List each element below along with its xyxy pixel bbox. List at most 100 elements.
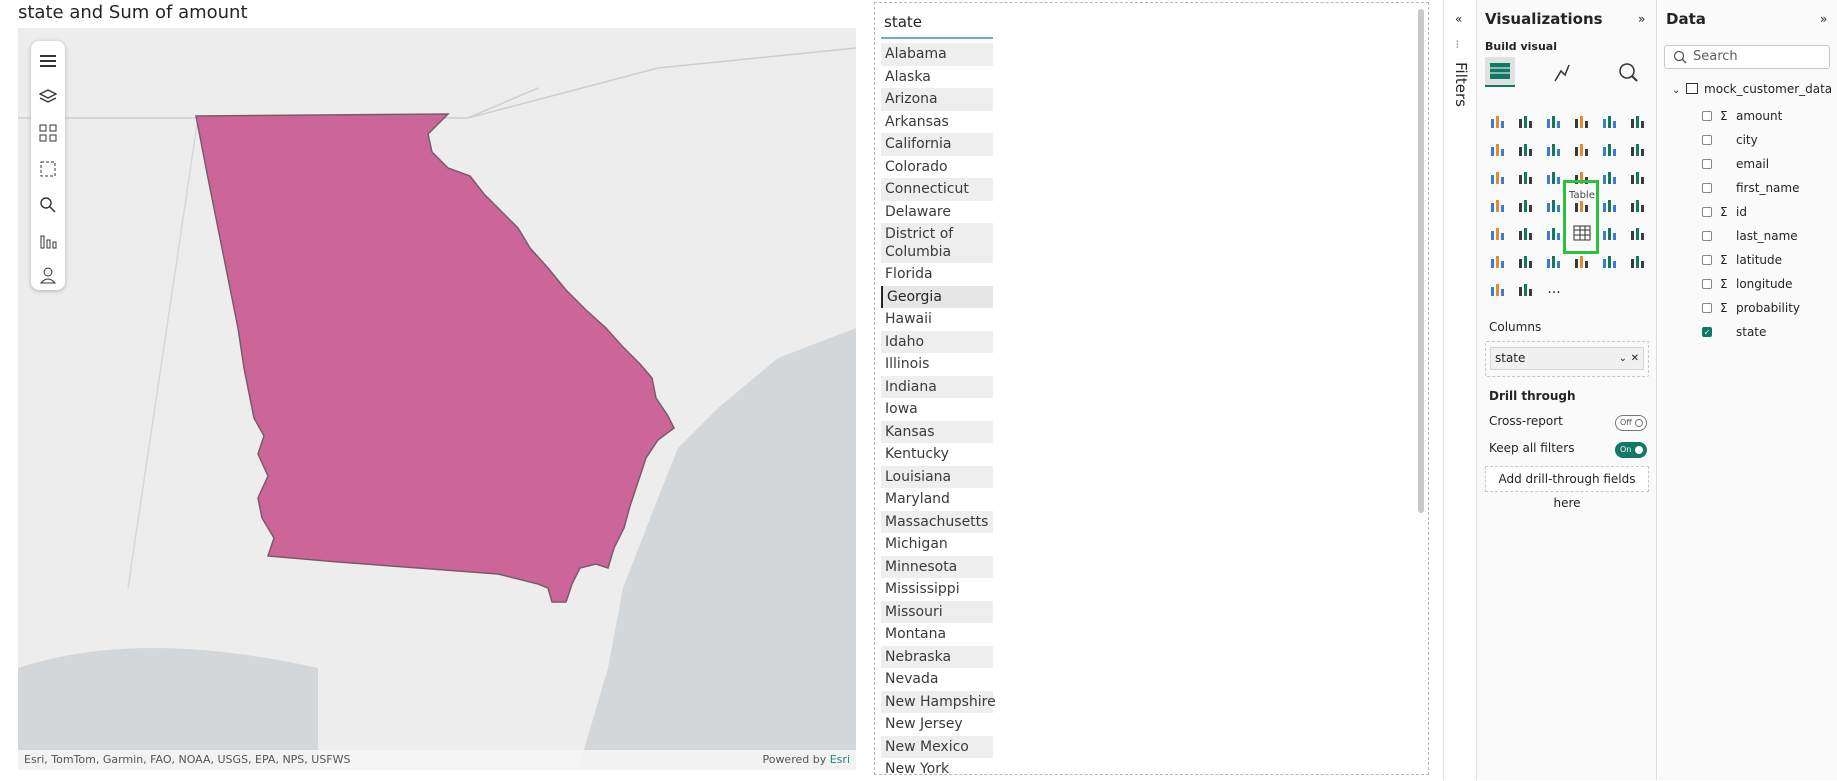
100-stacked-bar-chart-icon[interactable] [1599,110,1621,132]
bar-chart-icon[interactable] [36,229,60,253]
search-icon[interactable] [36,193,60,217]
field-checkbox[interactable] [1702,279,1712,289]
select-rectangle-icon[interactable] [36,157,60,181]
slicer-icon[interactable] [1543,222,1565,244]
field-checkbox[interactable] [1702,207,1712,217]
table-row[interactable]: Michigan [881,533,993,556]
table-row[interactable]: Alabama [881,43,993,66]
layers-icon[interactable] [36,85,60,109]
field-checkbox[interactable]: ✓ [1702,327,1712,337]
add-drill-through-well[interactable]: Add drill-through fields here [1485,466,1649,510]
key-influencers-icon[interactable] [1487,250,1509,272]
chevron-down-icon[interactable]: ⌄ [1672,85,1680,96]
table-row[interactable]: Illinois [881,353,993,376]
histogram-icon[interactable] [1515,166,1537,188]
table-row[interactable]: Arizona [881,88,993,111]
donut-chart-icon[interactable] [1627,166,1649,188]
treemap-icon[interactable] [1487,194,1509,216]
map-visual[interactable]: state and Sum of amount Esri, TomTom, Ga… [0,0,870,780]
clustered-bar-chart-icon[interactable] [1543,110,1565,132]
filters-pane[interactable]: « ⫶ Filters [1443,0,1477,780]
line-column-chart-icon[interactable] [1599,138,1621,160]
funnel-chart-icon[interactable] [1543,166,1565,188]
keep-all-filters-toggle[interactable]: On [1615,442,1647,458]
table-row[interactable]: Idaho [881,330,993,353]
field-checkbox[interactable] [1702,111,1712,121]
field-checkbox[interactable] [1702,135,1712,145]
close-icon[interactable]: ✕ [1631,348,1639,369]
table-row[interactable]: Massachusetts [881,510,993,533]
filled-map-icon[interactable] [1543,194,1565,216]
expand-right-icon[interactable]: » [1820,12,1827,26]
table-row[interactable]: Hawaii [881,308,993,331]
kpi-icon[interactable] [1627,194,1649,216]
table-row[interactable]: New Hampshire [881,690,996,713]
table-row[interactable]: District of Columbia [881,223,993,263]
grid-select-icon[interactable] [36,121,60,145]
expand-right-icon[interactable]: » [1638,12,1645,26]
build-visual-tab-icon[interactable] [1485,57,1515,87]
table-row[interactable]: Iowa [881,398,993,421]
table-row[interactable]: Georgia [881,285,993,308]
table-row[interactable]: Alaska [881,66,993,89]
field-checkbox[interactable] [1702,303,1712,313]
qna-icon[interactable] [1515,250,1537,272]
clustered-column-chart-icon[interactable] [1571,110,1593,132]
table-row[interactable]: Minnesota [881,555,993,578]
person-icon[interactable] [36,263,60,287]
collapse-left-icon[interactable]: « [1455,12,1462,26]
ribbon-chart-icon[interactable] [1571,138,1593,160]
smart-narrative-icon[interactable] [1543,250,1565,272]
line-chart-icon[interactable] [1487,138,1509,160]
multi-row-card-icon[interactable] [1487,222,1509,244]
table-row[interactable]: Nevada [881,668,993,691]
esri-link[interactable]: Esri [830,753,850,766]
table-row[interactable]: Louisiana [881,465,993,488]
power-apps-icon[interactable] [1599,250,1621,272]
table-column-header[interactable]: state [881,9,993,39]
field-checkbox[interactable] [1702,183,1712,193]
table-row[interactable]: Missouri [881,600,993,623]
analytics-icon[interactable] [1613,57,1643,87]
table-row[interactable]: Kansas [881,420,993,443]
power-automate-icon[interactable] [1515,278,1537,300]
azure-map-icon[interactable] [1487,278,1509,300]
chevron-down-icon[interactable]: ⌄ [1619,348,1627,369]
field-checkbox[interactable] [1702,159,1712,169]
kpi-indicator-icon[interactable] [1515,222,1537,244]
table-row[interactable]: New Jersey [881,713,993,736]
column-field-chip[interactable]: state ⌄ ✕ [1490,347,1644,370]
pie-chart-icon[interactable] [1599,166,1621,188]
table-row[interactable]: Colorado [881,156,993,179]
table-visual[interactable]: state Alabama Alaska Arizona Arkansas Califo… [874,2,1429,777]
format-visual-icon[interactable] [1547,57,1577,87]
map-icon[interactable] [1515,194,1537,216]
line-stacked-column-chart-icon[interactable] [1487,166,1509,188]
table-row[interactable]: Maryland [881,488,993,511]
table-row[interactable]: Nebraska [881,645,993,668]
cross-report-toggle[interactable]: Off [1615,415,1647,431]
area-chart-icon[interactable] [1515,138,1537,160]
table-row[interactable]: Connecticut [881,178,993,201]
stacked-bar-chart-icon[interactable] [1487,110,1509,132]
more-visuals-icon[interactable]: ... [1543,278,1565,300]
table-row[interactable]: New York [881,758,993,781]
table-row[interactable]: Delaware [881,201,993,224]
matrix-icon[interactable] [1599,222,1621,244]
table-row[interactable]: Indiana [881,375,993,398]
data-table-node[interactable]: ⌄ mock_customer_data [1672,82,1832,96]
stacked-area-chart-icon[interactable] [1543,138,1565,160]
data-search-input[interactable]: Search [1664,45,1830,69]
filters-label[interactable]: Filters [1452,62,1470,107]
table-scrollbar[interactable] [1418,9,1424,513]
table-row[interactable]: Montana [881,623,993,646]
map-canvas[interactable]: Esri, TomTom, Garmin, FAO, NOAA, USGS, E… [18,28,856,770]
table-row[interactable]: California [881,133,993,156]
field-checkbox[interactable] [1702,255,1712,265]
georgia-shape[interactable] [195,113,675,603]
table-row[interactable]: Kentucky [881,443,993,466]
table-row[interactable]: Mississippi [881,578,993,601]
columns-well[interactable]: state ⌄ ✕ [1485,341,1649,377]
table-row[interactable]: New Mexico [881,735,993,758]
field-checkbox[interactable] [1702,231,1712,241]
